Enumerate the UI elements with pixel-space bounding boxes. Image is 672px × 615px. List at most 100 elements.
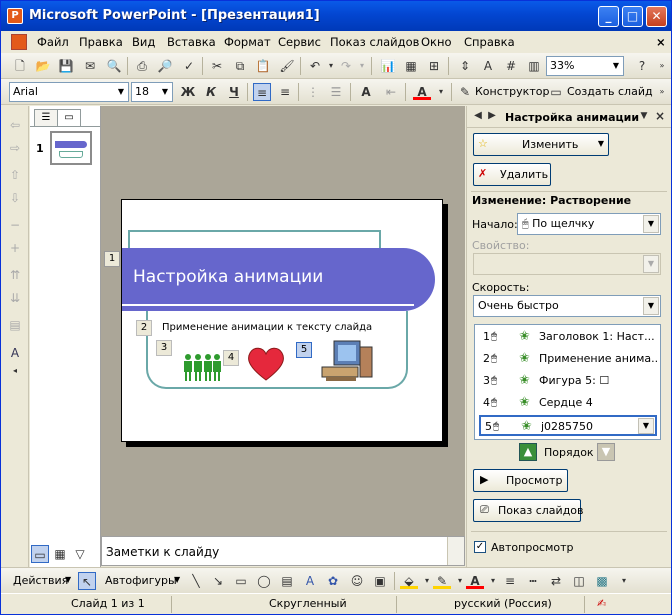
expand-all-icon[interactable]: ⇊ [6, 289, 24, 307]
people-figure[interactable] [182, 353, 222, 383]
start-select[interactable]: 🖱 По щелчку ▼ [517, 213, 661, 235]
cut-icon[interactable]: ✂ [208, 57, 226, 75]
chevron-down-icon[interactable]: ▼ [638, 418, 654, 434]
change-effect-button[interactable]: ☆ Изменить ▼ [473, 133, 609, 156]
underline-button[interactable]: Ч [225, 83, 243, 101]
wordart-icon[interactable]: A [301, 572, 319, 590]
promote-icon[interactable]: ⇦ [6, 116, 24, 134]
dash-style-icon[interactable]: ┅ [524, 572, 542, 590]
3d-style-icon[interactable]: ▩ [593, 572, 611, 590]
fill-color-icon[interactable]: ⬙ [400, 572, 418, 589]
arrow-icon[interactable]: ↘ [209, 572, 227, 590]
menu-window[interactable]: Окно [421, 35, 452, 49]
new-icon[interactable]: 🗋 [11, 57, 29, 75]
animation-tag-3[interactable]: 3 [156, 340, 172, 356]
notes-pane[interactable]: Заметки к слайду [101, 536, 465, 566]
close-button[interactable]: ✕ [646, 6, 667, 27]
oval-icon[interactable]: ◯ [255, 572, 273, 590]
forward-icon[interactable]: ▶ [483, 107, 501, 125]
animation-list[interactable]: 1 🖱 ✬ Заголовок 1: Наст... 2 🖱 ✬ Примене… [474, 324, 661, 440]
toolbar-options-icon[interactable]: ▾ [615, 572, 633, 590]
font-color-icon[interactable]: A [466, 572, 484, 589]
outline-tab[interactable]: ☰ [34, 109, 58, 127]
heart-shape[interactable] [246, 346, 286, 382]
menu-help[interactable]: Справка [464, 35, 515, 49]
clipart-icon[interactable]: ☺ [348, 572, 366, 590]
search-icon[interactable]: 🔎 [156, 57, 174, 75]
new-slide-button[interactable]: Создать слайд [567, 85, 653, 98]
menu-file[interactable]: Файл [37, 35, 69, 49]
slides-tab[interactable]: ▭ [57, 109, 81, 127]
rectangle-icon[interactable]: ▭ [232, 572, 250, 590]
animation-tag-5[interactable]: 5 [296, 342, 312, 358]
maximize-button[interactable]: □ [622, 6, 643, 27]
menu-insert[interactable]: Вставка [167, 35, 216, 49]
slide-sorter-icon[interactable]: ▦ [51, 545, 69, 563]
align-center-icon[interactable]: ≡ [276, 83, 294, 101]
animation-tag-4[interactable]: 4 [223, 350, 239, 366]
move-up-icon[interactable]: ⇧ [6, 166, 24, 184]
new-slide-icon[interactable]: ▭ [547, 83, 565, 101]
slide-thumbnail[interactable] [50, 131, 92, 165]
demote-icon[interactable]: ⇨ [6, 139, 24, 157]
summary-slide-icon[interactable]: ▤ [6, 316, 24, 334]
zoom-select[interactable]: 33% ▼ [546, 56, 624, 76]
animation-tag-1[interactable]: 1 [104, 251, 120, 267]
help-icon[interactable]: ? [633, 57, 651, 75]
notes-scrollbar[interactable] [447, 537, 464, 565]
line-icon[interactable]: ╲ [187, 572, 205, 590]
align-left-icon[interactable]: ≡ [253, 83, 271, 101]
more-icon[interactable]: ◂ [6, 362, 24, 380]
color-grayscale-icon[interactable]: ▥ [525, 57, 543, 75]
spelling-icon[interactable]: ✓ [180, 57, 198, 75]
move-up-icon[interactable]: ▲ [519, 443, 537, 461]
animation-tag-2[interactable]: 2 [136, 320, 152, 336]
expand-icon[interactable]: + [6, 239, 24, 257]
font-size-select[interactable]: 18 ▼ [131, 82, 173, 102]
decrease-indent-icon[interactable]: ⇤ [382, 83, 400, 101]
document-icon[interactable] [11, 34, 27, 50]
slideshow-view-icon[interactable]: ▽ [71, 545, 89, 563]
speed-select[interactable]: Очень быстро ▼ [473, 295, 661, 317]
bold-button[interactable]: Ж [179, 83, 197, 101]
chevron-down-icon[interactable]: ▾ [484, 572, 502, 590]
list-item[interactable]: 1 🖱 ✬ Заголовок 1: Наст... [479, 327, 657, 349]
slideshow-button[interactable]: ⎚ Показ слайдов [473, 499, 584, 522]
menu-format[interactable]: Формат [224, 35, 271, 49]
permission-icon[interactable]: ✉ [81, 57, 99, 75]
font-color-dropdown-icon[interactable]: ▾ [432, 83, 450, 101]
open-icon[interactable]: 📂 [34, 57, 52, 75]
format-painter-icon[interactable]: 🖌 [278, 57, 296, 75]
designer-icon[interactable]: ✎ [456, 83, 474, 101]
line-style-icon[interactable]: ≡ [501, 572, 519, 590]
normal-view-icon[interactable]: ▭ [31, 545, 49, 563]
show-formatting-icon[interactable]: A [6, 344, 24, 362]
move-down-icon[interactable]: ▼ [597, 443, 615, 461]
insert-chart-icon[interactable]: 📊 [379, 57, 397, 75]
menu-edit[interactable]: Правка [79, 35, 123, 49]
picture-icon[interactable]: ▣ [371, 572, 389, 590]
slide-title[interactable]: Настройка анимации [133, 267, 323, 287]
autopreview-checkbox[interactable]: ✓ [474, 541, 486, 553]
select-pointer-icon[interactable]: ↖ [78, 572, 96, 590]
insert-table-icon[interactable]: ▦ [402, 57, 420, 75]
list-item[interactable]: 4 🖱 ✬ Сердце 4 [479, 393, 657, 415]
arrow-style-icon[interactable]: ⇄ [547, 572, 565, 590]
redo-dropdown-icon[interactable]: ▾ [353, 57, 371, 75]
menu-view[interactable]: Вид [132, 35, 155, 49]
numbering-icon[interactable]: ⋮ [304, 83, 322, 101]
expand-all-icon[interactable]: ⇕ [456, 57, 474, 75]
print-preview-icon[interactable]: 🔍 [105, 57, 123, 75]
play-button[interactable]: ▶ Просмотр [473, 469, 568, 492]
close-document-icon[interactable]: × [656, 35, 666, 49]
shadow-style-icon[interactable]: ◫ [570, 572, 588, 590]
italic-button[interactable]: К [202, 83, 220, 101]
property-select[interactable]: ▼ [473, 253, 661, 275]
diagram-icon[interactable]: ✿ [324, 572, 342, 590]
move-down-icon[interactable]: ⇩ [6, 189, 24, 207]
toolbar-options-icon[interactable]: » [653, 83, 671, 101]
line-color-icon[interactable]: ✎ [433, 572, 451, 589]
spelling-status-icon[interactable]: ✍ [597, 597, 606, 610]
show-formatting-icon[interactable]: A [479, 57, 497, 75]
show-grid-icon[interactable]: # [502, 57, 520, 75]
